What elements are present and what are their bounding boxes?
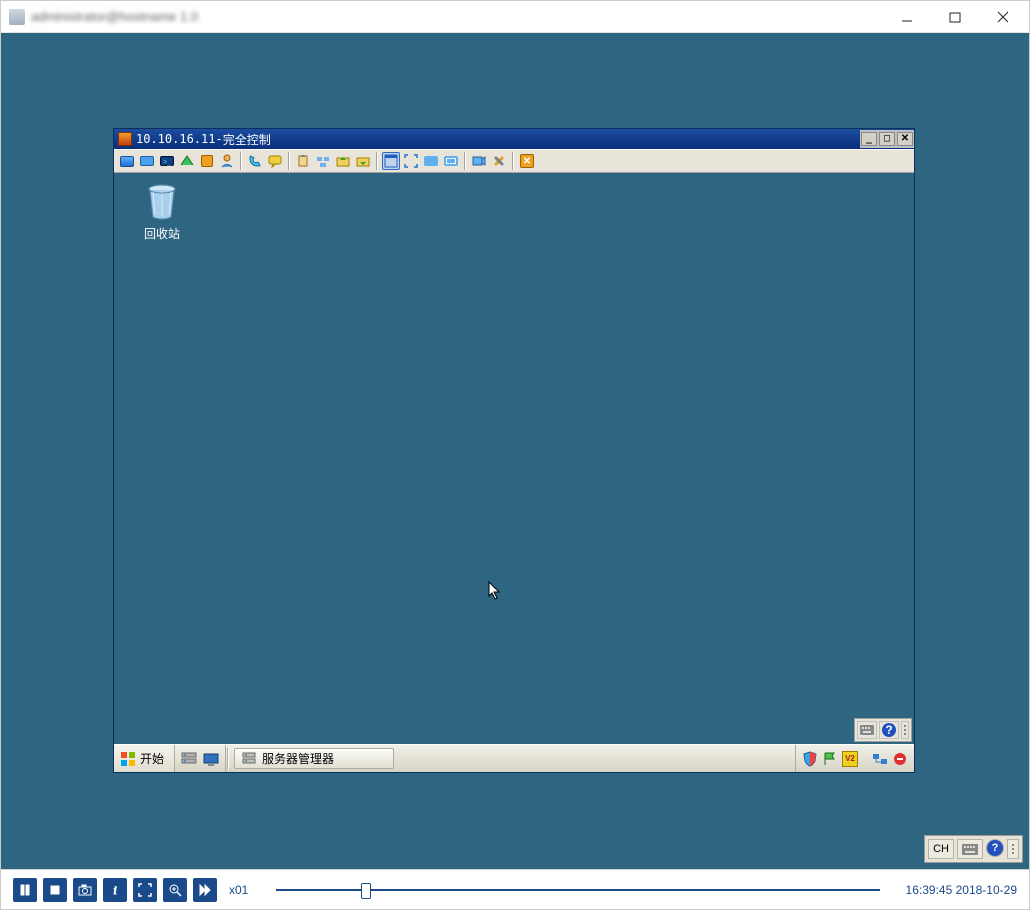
stop-button[interactable] — [43, 878, 67, 902]
tray-stop-icon[interactable] — [892, 751, 908, 767]
fullscreen-icon[interactable] — [402, 152, 420, 170]
window-title: administrator@hostname 1.0 — [31, 9, 198, 24]
remote-maximize-button[interactable]: □ — [879, 132, 895, 146]
start-label: 开始 — [140, 750, 164, 767]
power-icon[interactable] — [198, 152, 216, 170]
fast-forward-button[interactable] — [193, 878, 217, 902]
show-desktop-ql-icon[interactable] — [203, 752, 219, 766]
scale-icon[interactable] — [442, 152, 460, 170]
svg-text:i: i — [113, 883, 116, 897]
toolbar-separator — [288, 152, 290, 170]
toolbar-separator — [464, 152, 466, 170]
send-icon[interactable] — [178, 152, 196, 170]
title-bar: administrator@hostname 1.0 — [1, 1, 1029, 33]
toolbar-separator — [376, 152, 378, 170]
tray-vc-icon[interactable]: V2 — [842, 751, 858, 767]
remote-mode: 完全控制 — [223, 131, 271, 148]
remote-taskbar: 开始 服务器管理器 V2 — [114, 744, 914, 772]
remote-close-button[interactable]: ✕ — [897, 132, 913, 146]
cursor-icon — [488, 581, 502, 604]
server-manager-ql-icon[interactable] — [181, 752, 197, 766]
devices-icon[interactable] — [314, 152, 332, 170]
window-controls — [883, 2, 1027, 32]
pause-button[interactable] — [13, 878, 37, 902]
chat-icon[interactable] — [266, 152, 284, 170]
taskbar-separator — [227, 748, 229, 769]
remote-status-corner: ? — [854, 718, 912, 742]
playback-time: 16:39:45 — [906, 883, 953, 897]
remote-window-controls: _ □ ✕ — [860, 130, 914, 148]
viewer-status-bar: CH ? — [924, 835, 1023, 863]
taskbar-item-label: 服务器管理器 — [262, 750, 334, 767]
start-button[interactable]: 开始 — [114, 745, 175, 772]
info-button[interactable]: i — [103, 878, 127, 902]
zoom-button[interactable] — [163, 878, 187, 902]
recycle-bin-label: 回收站 — [132, 225, 192, 242]
terminal-icon[interactable]: >_ — [158, 152, 176, 170]
window-mode-icon[interactable] — [382, 152, 400, 170]
tray-shield-icon[interactable] — [802, 751, 818, 767]
playback-controls: i x01 16:39:45 2018-10-29 — [1, 869, 1029, 909]
overlay-grip-icon[interactable] — [1007, 839, 1019, 859]
speed-label: x01 — [229, 883, 248, 897]
folder-down-icon[interactable] — [354, 152, 372, 170]
record-icon[interactable] — [470, 152, 488, 170]
close-button[interactable] — [979, 2, 1027, 32]
remote-ip: 10.10.16.11 — [136, 132, 215, 146]
monitor-icon[interactable] — [118, 152, 136, 170]
remote-app-icon — [118, 132, 132, 146]
playback-date: 2018-10-29 — [956, 883, 1017, 897]
folder-up-icon[interactable] — [334, 152, 352, 170]
phone-icon[interactable] — [246, 152, 264, 170]
blank-screen-icon[interactable] — [422, 152, 440, 170]
remote-minimize-button[interactable]: _ — [861, 132, 877, 146]
remote-title-bar: 10.10.16.11 - 完全控制 _ □ ✕ — [114, 129, 914, 149]
overlay-keyboard-icon[interactable] — [957, 839, 983, 859]
settings-icon[interactable] — [490, 152, 508, 170]
keyboard-icon[interactable] — [857, 721, 877, 739]
app-window: administrator@hostname 1.0 10.10.16.11 -… — [0, 0, 1030, 910]
taskbar-item-server-manager[interactable]: 服务器管理器 — [234, 748, 394, 769]
maximize-button[interactable] — [931, 2, 979, 32]
timestamp: 16:39:45 2018-10-29 — [906, 883, 1017, 897]
recycle-bin-icon — [142, 181, 182, 221]
screen-icon[interactable] — [138, 152, 156, 170]
quick-launch — [175, 745, 226, 772]
ime-indicator[interactable]: CH — [928, 839, 954, 859]
exit-icon[interactable]: ✕ — [518, 152, 536, 170]
snapshot-button[interactable] — [73, 878, 97, 902]
minimize-button[interactable] — [883, 2, 931, 32]
help-icon[interactable]: ? — [879, 721, 899, 739]
viewer-area: 10.10.16.11 - 完全控制 _ □ ✕ >_ — [1, 33, 1029, 869]
overlay-help-icon[interactable]: ? — [986, 839, 1004, 857]
server-manager-icon — [241, 751, 257, 767]
remote-desktop[interactable]: 回收站 ? — [114, 173, 914, 744]
remote-window: 10.10.16.11 - 完全控制 _ □ ✕ >_ — [113, 128, 915, 773]
toolbar-separator — [512, 152, 514, 170]
clipboard-icon[interactable] — [294, 152, 312, 170]
toolbar-separator — [240, 152, 242, 170]
progress-slider[interactable] — [276, 880, 879, 900]
slider-thumb[interactable] — [361, 883, 371, 899]
fullscreen-button[interactable] — [133, 878, 157, 902]
recycle-bin[interactable]: 回收站 — [132, 181, 192, 242]
tray-network-icon[interactable] — [872, 751, 888, 767]
menu-grip-icon[interactable] — [901, 721, 909, 739]
remote-toolbar: >_ ✕ — [114, 149, 914, 173]
remote-sep: - — [215, 132, 222, 146]
user-icon[interactable] — [218, 152, 236, 170]
tray-flag-icon[interactable] — [822, 751, 838, 767]
system-tray: V2 — [795, 745, 914, 772]
windows-logo-icon — [120, 751, 136, 767]
app-icon — [9, 9, 25, 25]
